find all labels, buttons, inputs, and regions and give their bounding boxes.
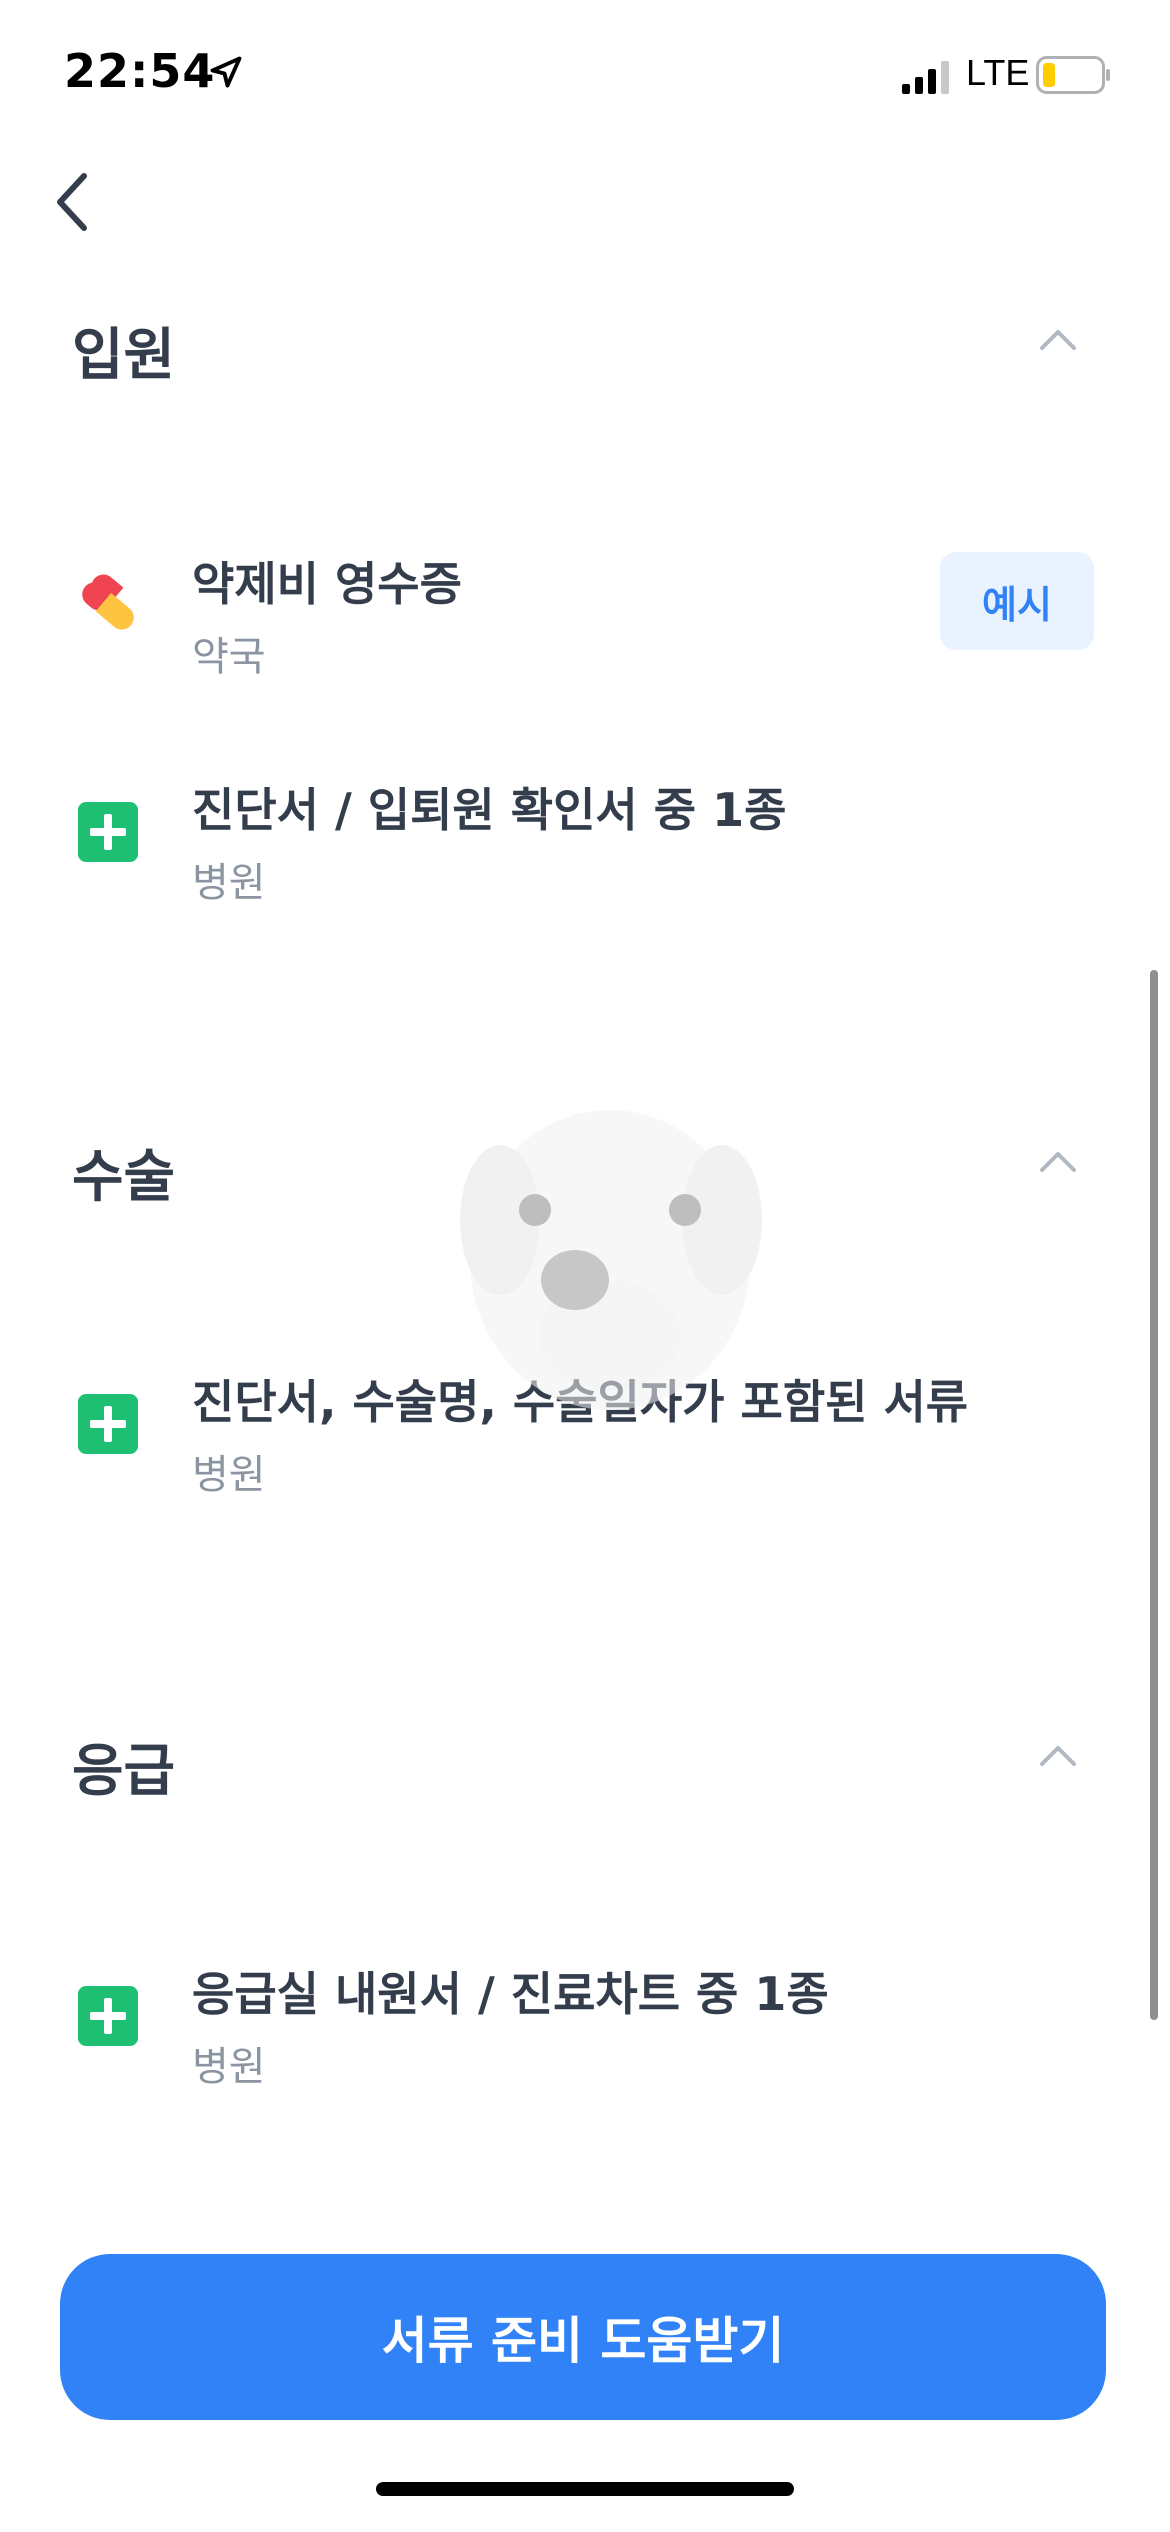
section-title: 입원 [72,323,176,388]
doc-source: 병원 [192,2044,266,2090]
back-button[interactable] [40,162,104,242]
status-bar: 22:54 LTE [0,0,1170,150]
chevron-up-icon[interactable] [1038,324,1078,352]
chevron-left-icon [57,173,87,231]
scrollbar[interactable] [1150,970,1158,2020]
doc-item-emergency-documents[interactable]: 응급실 내원서 / 진료차트 중 1종 병원 [0,1940,1170,2100]
doc-source: 약국 [192,634,266,680]
pill-icon [82,574,134,630]
doc-item-pharmacy-receipt[interactable]: 약제비 영수증 약국 예시 [0,530,1170,690]
section-header-admission[interactable]: 입원 [0,290,1170,390]
medical-cross-icon [78,802,138,862]
doc-title: 응급실 내원서 / 진료차트 중 1종 [192,1967,829,2021]
chevron-up-icon[interactable] [1038,1740,1078,1768]
cellular-signal-icon [902,61,949,94]
status-time: 22:54 [64,44,216,98]
location-arrow-icon [210,56,242,88]
section-header-emergency[interactable]: 응급 [0,1706,1170,1806]
puppy-face-image [460,1110,762,1410]
doc-item-diagnosis-admission[interactable]: 진단서 / 입퇴원 확인서 중 1종 병원 [0,756,1170,916]
section-title: 응급 [72,1739,176,1804]
network-label: LTE [966,52,1030,93]
medical-cross-icon [78,1394,138,1454]
document-prep-help-button[interactable]: 서류 준비 도움받기 [60,2254,1106,2420]
doc-title: 약제비 영수증 [192,557,462,611]
medical-cross-icon [78,1986,138,2046]
example-button[interactable]: 예시 [940,552,1094,650]
section-title: 수술 [72,1145,176,1210]
home-indicator[interactable] [376,2482,794,2496]
doc-title: 진단서 / 입퇴원 확인서 중 1종 [192,783,787,837]
battery-low-icon [1036,56,1110,94]
chevron-up-icon[interactable] [1038,1146,1078,1174]
doc-source: 병원 [192,860,266,906]
doc-source: 병원 [192,1452,266,1498]
